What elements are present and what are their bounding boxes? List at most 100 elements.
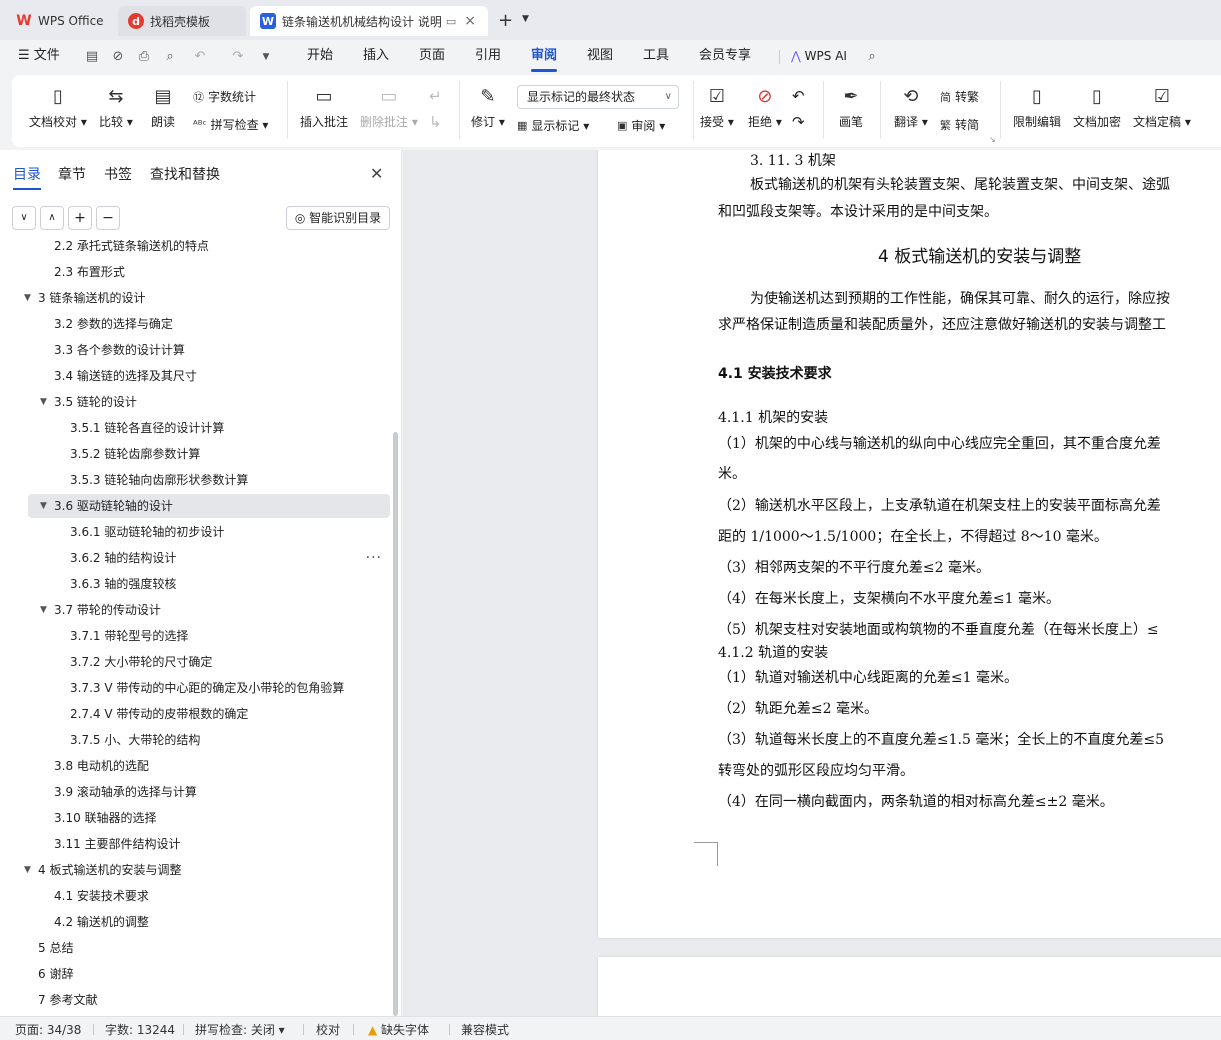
print-icon[interactable]: ⎙ [136, 49, 152, 65]
scrollbar[interactable] [393, 432, 398, 1016]
show-markup-button[interactable]: ▦ 显示标记 ▾ [517, 117, 589, 134]
tab-bookmarks[interactable]: 书签 [104, 164, 132, 184]
missing-font-button[interactable]: ▲ 缺失字体 [368, 1021, 429, 1038]
compare-button[interactable]: ⇆ 比较 ▾ [99, 83, 133, 130]
menu-insert[interactable]: 插入 [363, 46, 389, 66]
finalize-button[interactable]: ☑ 文档定稿 ▾ [1133, 83, 1191, 130]
to-simplified-button[interactable]: 繁转简 [940, 116, 979, 133]
chevron-down-icon[interactable]: ▼ [258, 49, 274, 65]
toc-item[interactable]: 3.6.2 轴的结构设计 ··· [28, 546, 390, 570]
toc-item[interactable]: 3.5.3 链轮轴向齿廓形状参数计算 [28, 468, 390, 492]
next-change-icon[interactable]: ↷ [792, 113, 805, 131]
toc-item[interactable]: 3.6.3 轴的强度较核 [28, 572, 390, 596]
redo-icon[interactable]: ↷ [230, 49, 246, 65]
toc-item[interactable]: 3.5.1 链轮各直径的设计计算 [28, 416, 390, 440]
menu-view[interactable]: 视图 [587, 46, 613, 66]
markup-state-select[interactable]: 显示标记的最终状态 ∨ [517, 85, 679, 109]
read-aloud-button[interactable]: ▤ 朗读 [150, 83, 176, 130]
previous-change-icon[interactable]: ↶ [792, 87, 805, 105]
previous-comment-icon[interactable]: ↵ [429, 87, 442, 105]
toc-item[interactable]: ▼ 3.6 驱动链轮轴的设计 [28, 494, 390, 518]
spell-check-button[interactable]: ᴬᴮᶜ 拼写检查 ▾ [193, 116, 268, 133]
reject-button[interactable]: ⊘ 拒绝 ▾ [748, 83, 782, 130]
page-indicator[interactable]: 页面: 34/38 [15, 1021, 81, 1038]
proof-button[interactable]: 校对 [316, 1021, 340, 1038]
doc-proof-button[interactable]: ▯ 文档校对 ▾ [29, 83, 87, 130]
menu-review[interactable]: 审阅 [531, 46, 558, 72]
toc-item[interactable]: 3.7.2 大小带轮的尺寸确定 [28, 650, 390, 674]
print-preview-icon[interactable]: ⌕ [162, 49, 178, 65]
next-comment-icon[interactable]: ↳ [429, 113, 442, 131]
to-traditional-button[interactable]: 简转繁 [940, 88, 979, 105]
insert-comment-button[interactable]: ▭ 插入批注 [300, 83, 348, 130]
toc-item[interactable]: 3.9 滚动轴承的选择与计算 [28, 780, 390, 804]
toc-item[interactable]: ▼ 3.7 带轮的传动设计 [28, 598, 390, 622]
expand-toggle-icon[interactable]: ▼ [40, 390, 47, 414]
tab-document[interactable]: W 链条输送机机械结构设计 说明 ▭ × [250, 6, 488, 36]
toc-item[interactable]: 3.7.5 小、大带轮的结构 [28, 728, 390, 752]
smart-toc-button[interactable]: ◎ 智能识别目录 [286, 206, 390, 230]
toc-item[interactable]: 2.7.4 V 带传动的皮带根数的确定 [28, 702, 390, 726]
toc-item[interactable]: 3.11 主要部件结构设计 [28, 832, 390, 856]
file-menu[interactable]: ☰ 文件 [18, 46, 60, 66]
toc-item[interactable]: 3.7.3 V 带传动的中心距的确定及小带轮的包角验算 [28, 676, 390, 700]
track-changes-button[interactable]: ✎ 修订 ▾ [471, 83, 505, 130]
menu-tools[interactable]: 工具 [643, 46, 669, 66]
toc-item[interactable]: 7 参考文献 [28, 988, 390, 1012]
spell-check-status[interactable]: 拼写检查: 关闭 ▾ [195, 1021, 285, 1038]
new-tab-icon[interactable]: + [498, 10, 513, 31]
document-page[interactable]: 3. 11. 3 机架 板式输送机的机架有头轮装置支架、尾轮装置支架、中间支架、途… [598, 150, 1221, 938]
word-count-button[interactable]: ⑫ 字数统计 [193, 88, 256, 105]
toc-item[interactable]: 2.3 布置形式 [28, 260, 390, 284]
tab-docer[interactable]: d 找稻壳模板 [118, 6, 246, 36]
toc-item[interactable]: 3.8 电动机的选配 [28, 754, 390, 778]
toc-item[interactable]: 4.1 安装技术要求 [28, 884, 390, 908]
tab-wps-office[interactable]: W WPS Office [6, 6, 114, 36]
toc-item[interactable]: ▼ 3 链条输送机的设计 [24, 286, 390, 310]
close-icon[interactable]: × [464, 13, 476, 29]
undo-icon[interactable]: ↶ [192, 49, 208, 65]
toc-item[interactable]: 2.2 承托式链条输送机的特点 [28, 240, 390, 258]
chevron-down-icon[interactable]: ▼ [522, 14, 529, 24]
menu-reference[interactable]: 引用 [475, 46, 501, 66]
collapse-button[interactable]: ∨ [12, 206, 36, 230]
word-count[interactable]: 字数: 13244 [105, 1021, 175, 1038]
expand-toggle-icon[interactable]: ▼ [40, 598, 47, 622]
expand-toggle-icon[interactable]: ▼ [40, 494, 47, 518]
toc-item[interactable]: 6 谢辞 [28, 962, 390, 986]
add-level-button[interactable]: + [68, 206, 92, 230]
search-icon[interactable]: ⌕ [864, 49, 880, 65]
wps-ai-button[interactable]: ⋀ WPS AI [791, 46, 847, 66]
encrypt-button[interactable]: ▯ 文档加密 [1073, 83, 1121, 130]
toc-item[interactable]: 5 总结 [28, 936, 390, 960]
toc-item[interactable]: 3.2 参数的选择与确定 [28, 312, 390, 336]
review-pane-button[interactable]: ▣ 审阅 ▾ [617, 117, 665, 134]
tab-sections[interactable]: 章节 [58, 164, 86, 184]
translate-button[interactable]: ⟲ 翻译 ▾ [894, 83, 928, 130]
delete-comment-button[interactable]: ▭ 删除批注 ▾ [360, 83, 418, 130]
more-options-icon[interactable]: ··· [366, 546, 382, 570]
expand-toggle-icon[interactable]: ▼ [24, 858, 31, 882]
toc-item[interactable]: 3.3 各个参数的设计计算 [28, 338, 390, 362]
menu-page[interactable]: 页面 [419, 46, 445, 66]
link-icon[interactable]: ⊘ [110, 49, 126, 65]
toc-item[interactable]: 3.5.2 链轮齿廓参数计算 [28, 442, 390, 466]
toc-item[interactable]: 3.4 输送链的选择及其尺寸 [28, 364, 390, 388]
menu-member[interactable]: 会员专享 [699, 46, 751, 66]
expand-up-button[interactable]: ∧ [40, 206, 64, 230]
toc-item[interactable]: 3.10 联轴器的选择 [28, 806, 390, 830]
tab-toc[interactable]: 目录 [13, 164, 41, 190]
expand-icon[interactable]: ↘ [989, 135, 996, 144]
restrict-edit-button[interactable]: ▯ 限制编辑 [1013, 83, 1061, 130]
expand-toggle-icon[interactable]: ▼ [24, 286, 31, 310]
toc-item[interactable]: ▼ 4 板式输送机的安装与调整 [24, 858, 390, 882]
close-icon[interactable]: ✕ [370, 164, 383, 183]
next-page[interactable] [598, 957, 1221, 1016]
toc-item[interactable]: ▼ 3.5 链轮的设计 [28, 390, 390, 414]
toc-item[interactable]: 4.2 输送机的调整 [28, 910, 390, 934]
menu-start[interactable]: 开始 [307, 46, 333, 66]
accept-button[interactable]: ☑ 接受 ▾ [700, 83, 734, 130]
toc-item[interactable]: 3.7.1 带轮型号的选择 [28, 624, 390, 648]
remove-level-button[interactable]: − [96, 206, 120, 230]
pen-button[interactable]: ✒ 画笔 [838, 83, 864, 130]
